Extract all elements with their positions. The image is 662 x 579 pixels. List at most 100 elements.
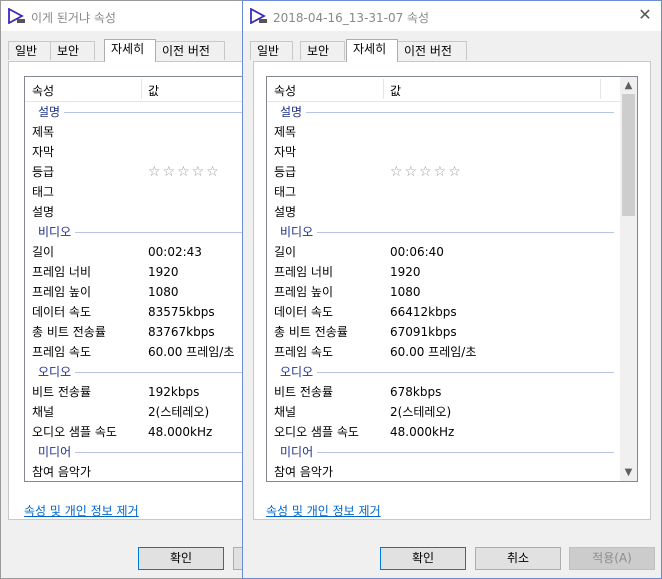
group-label: 미디어 [38, 442, 76, 462]
group-description[interactable]: 설명 [25, 102, 249, 122]
property-name: 프레임 너비 [274, 265, 334, 279]
property-name: 채널 [274, 405, 297, 419]
property-name: 비트 전송률 [274, 385, 334, 399]
window-title: 이게 된거냐 속성 [31, 11, 116, 25]
property-list[interactable]: 속성 값 설명 제목 자막 등급 ☆☆☆☆☆ 태그 설명 비디오 길이 00:06:… [266, 76, 638, 482]
remove-properties-link[interactable]: 속성 및 개인 정보 제거 [24, 502, 139, 519]
title-bar[interactable]: 2018-04-16_13-31-07 속성 ✕ [243, 1, 661, 31]
list-item[interactable]: 데이터 속도 66412kbps [267, 302, 620, 322]
list-item[interactable]: 자막 [25, 142, 249, 162]
property-name: 프레임 높이 [274, 285, 334, 299]
cancel-button[interactable]: 취소 [475, 547, 561, 570]
rating-stars[interactable]: ☆☆☆☆☆ [148, 162, 221, 182]
vertical-scrollbar[interactable]: ▲ ▼ [620, 77, 637, 481]
column-divider[interactable] [600, 79, 601, 99]
property-name: 태그 [32, 185, 55, 199]
list-item[interactable]: 프레임 속도 60.00 프레임/초 [267, 342, 620, 362]
list-item[interactable]: 프레임 높이 1080 [25, 282, 249, 302]
list-item[interactable]: 프레임 너비 1920 [267, 262, 620, 282]
ok-button[interactable]: 확인 [380, 547, 466, 570]
tab-details[interactable]: 자세히 [104, 39, 156, 62]
list-item[interactable]: 설명 [267, 202, 620, 222]
tab-previous-versions[interactable]: 이전 버전 [397, 41, 467, 60]
group-media[interactable]: 미디어 [267, 442, 620, 462]
remove-properties-link[interactable]: 속성 및 개인 정보 제거 [266, 502, 381, 519]
property-name: 데이터 속도 [274, 305, 334, 319]
column-divider[interactable] [141, 79, 142, 99]
header-property[interactable]: 속성 [32, 82, 54, 99]
tab-security[interactable]: 보안 [300, 41, 345, 60]
list-item[interactable]: 프레임 높이 1080 [267, 282, 620, 302]
property-name: 제목 [32, 125, 55, 139]
media-player-icon [8, 8, 25, 24]
tab-general[interactable]: 일반 [8, 41, 51, 60]
list-item[interactable]: 설명 [25, 202, 249, 222]
list-item[interactable]: 총 비트 전송률 83767kbps [25, 322, 249, 342]
property-name: 설명 [32, 205, 55, 219]
title-bar[interactable]: 이게 된거냐 속성 [1, 1, 249, 31]
property-name: 프레임 높이 [32, 285, 92, 299]
scrollbar-thumb[interactable] [622, 94, 635, 216]
list-item[interactable]: 비트 전송률 678kbps [267, 382, 620, 402]
list-item[interactable]: 길이 00:06:40 [267, 242, 620, 262]
tab-previous-versions[interactable]: 이전 버전 [155, 41, 225, 60]
rating-stars[interactable]: ☆☆☆☆☆ [390, 162, 463, 182]
property-value: 1920 [390, 265, 421, 279]
list-item[interactable]: 프레임 너비 1920 [25, 262, 249, 282]
property-name: 태그 [274, 185, 297, 199]
list-item[interactable]: 태그 [267, 182, 620, 202]
group-media[interactable]: 미디어 [25, 442, 249, 462]
list-item[interactable]: 등급 ☆☆☆☆☆ [25, 162, 249, 182]
header-value[interactable]: 값 [148, 82, 159, 99]
property-name: 길이 [32, 245, 55, 259]
list-item[interactable]: 데이터 속도 83575kbps [25, 302, 249, 322]
property-value: 00:06:40 [390, 245, 444, 259]
column-divider[interactable] [383, 79, 384, 99]
list-item[interactable]: 오디오 샘플 속도 48.000kHz [267, 422, 620, 442]
group-label: 비디오 [38, 222, 76, 242]
list-item[interactable]: 길이 00:02:43 [25, 242, 249, 262]
property-name: 총 비트 전송률 [274, 325, 348, 339]
property-name: 설명 [274, 205, 297, 219]
group-video[interactable]: 비디오 [267, 222, 620, 242]
list-item[interactable]: 총 비트 전송률 67091kbps [267, 322, 620, 342]
group-audio[interactable]: 오디오 [25, 362, 249, 382]
tab-details[interactable]: 자세히 [346, 39, 398, 62]
list-item[interactable]: 태그 [25, 182, 249, 202]
list-item[interactable]: 비트 전송률 192kbps [25, 382, 249, 402]
list-item[interactable]: 채널 2(스테레오) [25, 402, 249, 422]
header-property[interactable]: 속성 [274, 82, 296, 99]
list-item[interactable]: 오디오 샘플 속도 48.000kHz [25, 422, 249, 442]
group-description[interactable]: 설명 [267, 102, 620, 122]
group-audio[interactable]: 오디오 [267, 362, 620, 382]
list-item[interactable]: 프레임 속도 60.00 프레임/초 [25, 342, 249, 362]
list-item[interactable]: 제목 [267, 122, 620, 142]
apply-button[interactable]: 적용(A) [569, 547, 655, 570]
list-item[interactable]: 자막 [267, 142, 620, 162]
properties-window-front[interactable]: 2018-04-16_13-31-07 속성 ✕ 일반 보안 자세히 이전 버전… [242, 0, 662, 579]
list-item[interactable]: 제목 [25, 122, 249, 142]
ok-button[interactable]: 확인 [138, 547, 224, 570]
list-item[interactable]: 채널 2(스테레오) [267, 402, 620, 422]
window-title: 2018-04-16_13-31-07 속성 [273, 11, 430, 25]
property-name: 등급 [32, 165, 55, 179]
property-name: 오디오 샘플 속도 [274, 425, 359, 439]
group-video[interactable]: 비디오 [25, 222, 249, 242]
tab-security[interactable]: 보안 [50, 41, 95, 60]
property-value: 00:02:43 [148, 245, 202, 259]
scroll-up-arrow-icon[interactable]: ▲ [620, 77, 637, 94]
scroll-down-arrow-icon[interactable]: ▼ [620, 464, 637, 481]
property-name: 참여 음악가 [32, 465, 92, 479]
property-value: 1080 [148, 285, 179, 299]
header-value[interactable]: 값 [390, 82, 401, 99]
list-item[interactable]: 등급 ☆☆☆☆☆ [267, 162, 620, 182]
tab-general[interactable]: 일반 [250, 41, 293, 60]
media-player-icon [250, 8, 267, 24]
list-item[interactable]: 참여 음악가 [267, 462, 620, 481]
property-list[interactable]: 속성 값 설명 제목 자막 등급 ☆☆☆☆☆ 태그 설명 비디오 길이 00:02:… [24, 76, 249, 482]
list-rows: 설명 제목 자막 등급 ☆☆☆☆☆ 태그 설명 비디오 길이 00:02:43 프레… [25, 102, 249, 481]
close-icon[interactable]: ✕ [637, 7, 653, 23]
list-item[interactable]: 참여 음악가 [25, 462, 249, 481]
properties-window-back[interactable]: 이게 된거냐 속성 일반 보안 자세히 이전 버전 속성 값 설명 제목 자막 … [0, 0, 250, 579]
group-line [280, 232, 614, 233]
